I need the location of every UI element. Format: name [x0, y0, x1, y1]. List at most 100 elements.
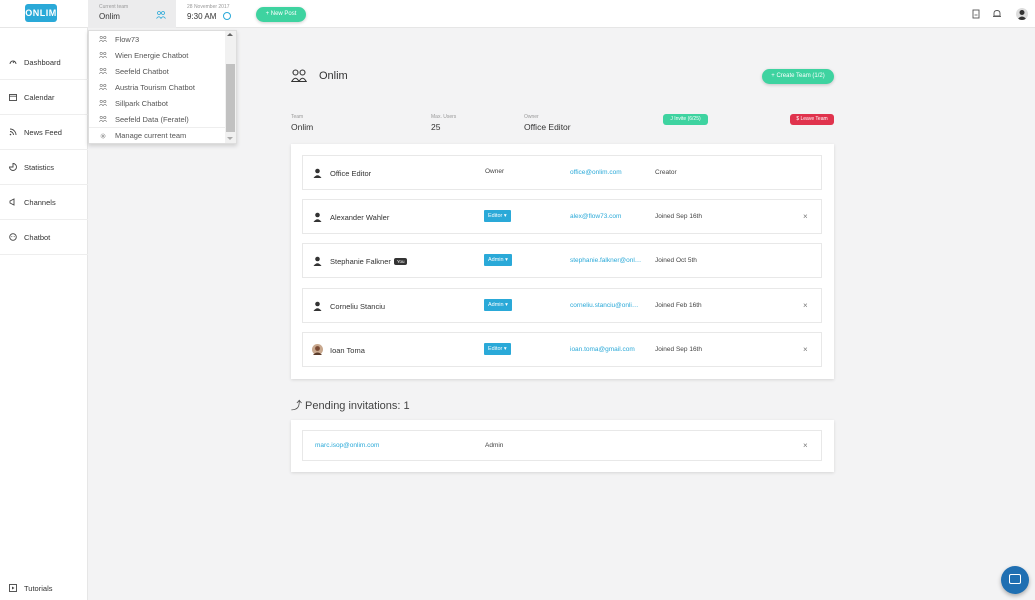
time-value: 9:30 AM	[187, 12, 217, 21]
member-name-text: Ioan Toma	[330, 346, 365, 355]
member-row: Alexander Wahler Editor ▾ alex@flow73.co…	[302, 199, 822, 234]
owner-value: Office Editor	[524, 122, 571, 132]
member-name: Office Editor	[330, 169, 371, 178]
chat-icon	[1009, 574, 1021, 584]
newsfeed-icon	[9, 128, 17, 136]
owner-caption: Owner	[524, 114, 539, 120]
chatbot-icon	[9, 233, 17, 241]
member-row: Ioan Toma Editor ▾ ioan.toma@gmail.com J…	[302, 332, 822, 367]
top-bar: ONLIM Current team Onlim 28 November 201…	[0, 0, 1035, 28]
scroll-down-icon[interactable]	[227, 137, 233, 140]
bell-icon[interactable]	[992, 9, 1002, 19]
sidebar-item-tutorials[interactable]: Tutorials	[0, 581, 88, 595]
member-name: Ioan Toma	[330, 346, 365, 355]
team-option-label: Wien Energie Chatbot	[115, 50, 189, 60]
member-row: Office Editor Owner office@onlim.com Cre…	[302, 155, 822, 190]
sidebar-item-dashboard[interactable]: Dashboard	[0, 45, 88, 80]
manage-team-option[interactable]: Manage current team	[89, 127, 226, 143]
member-email[interactable]: ioan.toma@gmail.com	[570, 346, 642, 353]
role-dropdown-button[interactable]: Editor ▾	[484, 210, 511, 222]
scroll-up-icon[interactable]	[227, 33, 233, 36]
member-joined: Creator	[655, 169, 677, 176]
sidebar-item-channels[interactable]: Channels	[0, 185, 88, 220]
sidebar-item-news-feed[interactable]: News Feed	[0, 115, 88, 150]
chat-support-button[interactable]	[1001, 566, 1029, 594]
member-email[interactable]: office@onlim.com	[570, 169, 642, 176]
team-selector[interactable]: Current team Onlim	[88, 0, 176, 28]
members-panel: Office Editor Owner office@onlim.com Cre…	[291, 144, 834, 379]
team-option[interactable]: Wien Energie Chatbot	[89, 47, 226, 63]
team-icon	[99, 52, 107, 58]
member-email[interactable]: stephanie.falkner@onlim.com	[570, 257, 642, 264]
pending-row: marc.isop@onlim.com Admin ×	[302, 430, 822, 461]
onlim-logo[interactable]: ONLIM	[25, 4, 57, 22]
team-icon	[99, 68, 107, 74]
sidebar-item-label: Calendar	[24, 92, 55, 102]
member-row: Stephanie Falkner You Admin ▾ stephanie.f…	[302, 243, 822, 278]
member-email[interactable]: alex@flow73.com	[570, 213, 642, 220]
user-avatar[interactable]	[1016, 8, 1028, 20]
team-caption: Team	[291, 114, 304, 120]
remove-member-icon[interactable]: ×	[803, 345, 808, 354]
role-dropdown-button[interactable]: Editor ▾	[484, 343, 511, 355]
bookmark-icon[interactable]	[971, 9, 981, 19]
team-option-label: Sillpark Chatbot	[115, 98, 168, 108]
person-icon	[313, 212, 322, 222]
calendar-icon	[9, 94, 17, 101]
team-selector-value: Onlim	[99, 12, 120, 21]
team-option-label: Seefeld Data (Feratel)	[115, 114, 189, 124]
member-joined: Joined Oct 5th	[655, 257, 697, 264]
team-icon	[99, 84, 107, 90]
person-icon	[313, 256, 322, 266]
member-joined: Joined Sep 16th	[655, 213, 702, 220]
pending-role: Admin	[485, 442, 504, 449]
sidebar-item-calendar[interactable]: Calendar	[0, 80, 88, 115]
sidebar-item-label: Dashboard	[24, 57, 61, 67]
team-selector-caption: Current team	[99, 4, 129, 10]
team-option-label: Flow73	[115, 34, 140, 44]
create-team-button[interactable]: + Create Team (1/2)	[762, 69, 834, 84]
member-name-text: Corneliu Stanciu	[330, 302, 386, 311]
team-option[interactable]: Austria Tourism Chatbot	[89, 79, 226, 95]
role-dropdown-button[interactable]: Admin ▾	[484, 299, 512, 311]
team-option[interactable]: Seefeld Data (Feratel)	[89, 111, 226, 127]
team-option[interactable]: Seefeld Chatbot	[89, 63, 226, 79]
scrollbar-thumb[interactable]	[226, 64, 235, 132]
role-dropdown-button[interactable]: Admin ▾	[484, 254, 512, 266]
channels-icon	[9, 198, 15, 206]
team-icon	[291, 69, 307, 82]
avatar-photo-icon	[312, 344, 323, 355]
tutorials-icon	[9, 584, 17, 592]
remove-member-icon[interactable]: ×	[803, 301, 808, 310]
max-users-value: 25	[431, 122, 441, 132]
clock-icon[interactable]	[223, 12, 231, 20]
leave-team-button[interactable]: $ Leave Team	[790, 114, 834, 125]
person-icon	[313, 168, 322, 178]
sidebar-item-statistics[interactable]: Statistics	[0, 150, 88, 185]
pending-email[interactable]: marc.isop@onlim.com	[315, 442, 435, 449]
new-post-button[interactable]: + New Post	[256, 7, 306, 22]
member-row: Corneliu Stanciu Admin ▾ corneliu.stanci…	[302, 288, 822, 323]
invite-button[interactable]: J Invite (6/25)	[663, 114, 708, 125]
sidebar-item-label: Tutorials	[24, 583, 53, 593]
member-email[interactable]: corneliu.stanciu@onlim.com	[570, 302, 642, 309]
member-role: Owner	[485, 168, 505, 175]
dropdown-scrollbar[interactable]	[225, 31, 236, 143]
dashboard-icon	[9, 60, 17, 65]
team-option[interactable]: Flow73	[89, 31, 226, 47]
gear-icon	[100, 133, 106, 138]
team-dropdown: Flow73 Wien Energie Chatbot Seefeld Chat…	[88, 30, 237, 144]
sidebar-item-label: Statistics	[24, 162, 55, 172]
you-badge: You	[393, 258, 408, 265]
sidebar: Dashboard Calendar News Feed Statistics …	[0, 28, 88, 600]
sidebar-item-label: Channels	[24, 197, 56, 207]
remove-invitation-icon[interactable]: ×	[803, 441, 808, 450]
sidebar-item-chatbot[interactable]: Chatbot	[0, 220, 88, 255]
remove-member-icon[interactable]: ×	[803, 212, 808, 221]
sidebar-item-label: Chatbot	[24, 232, 51, 242]
team-option[interactable]: Sillpark Chatbot	[89, 95, 226, 111]
team-option-label: Seefeld Chatbot	[115, 66, 169, 76]
team-icon	[99, 36, 107, 42]
user-avatar-icon	[1017, 10, 1027, 20]
pending-invitations-title: ⤴ Pending invitations: 1	[291, 400, 410, 412]
